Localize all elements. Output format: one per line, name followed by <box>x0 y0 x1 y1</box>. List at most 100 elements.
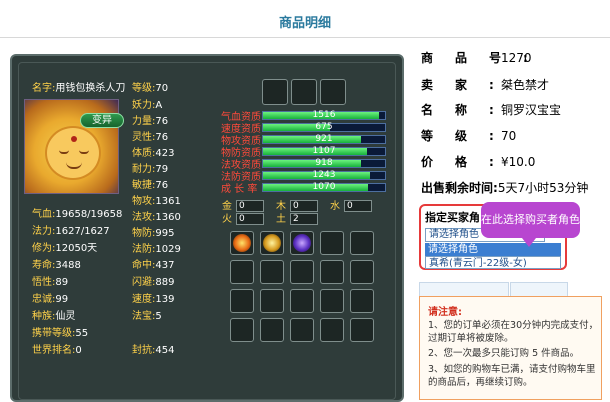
element-earth: 土2 <box>276 210 318 225</box>
element-fire: 火0 <box>222 210 264 225</box>
stat-label: 闪避: <box>132 277 156 288</box>
stat-speed: 速度:139 <box>132 293 174 307</box>
skill-slot[interactable] <box>350 260 374 284</box>
stat-value: 139 <box>155 294 175 305</box>
product-level-row: 等级: 70 <box>421 128 601 144</box>
pet-name-row: 名字:用钱包换杀人刀 <box>32 82 125 96</box>
stat-demon-power: 妖力:A <box>132 99 162 113</box>
aptitude-row: 速度资质 675 <box>221 122 391 135</box>
skill-slot[interactable] <box>350 231 374 255</box>
aptitude-bar: 918 <box>262 158 386 168</box>
notice-item: 3、如您的购物车已满，请支付购物车里的商品后，再继续订购。 <box>428 364 596 388</box>
aptitude-row: 法攻资质 918 <box>221 158 391 171</box>
swirl-skill-icon <box>263 234 281 252</box>
stat-value: 12050天 <box>55 243 98 254</box>
aptitude-bar: 1107 <box>262 146 386 156</box>
stat-label: 世界排名: <box>32 345 76 356</box>
buyer-tooltip: 在此选择购买者角色 <box>481 202 580 238</box>
stat-level: 等级:70 <box>132 82 168 96</box>
skill-slot[interactable] <box>290 289 314 313</box>
skill-slot[interactable] <box>320 231 344 255</box>
info-value: 铜罗汉宝宝 <box>501 103 562 117</box>
buyer-option[interactable]: 真希(青云门-22级-女) <box>425 256 561 269</box>
skill-slot[interactable] <box>320 260 344 284</box>
pet-name: 用钱包换杀人刀 <box>55 83 126 94</box>
stat-insight: 悟性:89 <box>32 276 68 290</box>
stat-value: 19658/19658 <box>55 209 123 220</box>
aptitude-bar: 1070 <box>262 182 386 192</box>
stat-phys-attack: 物攻:1361 <box>132 195 181 209</box>
fire-skill-icon <box>233 234 251 252</box>
tooltip-pointer <box>522 238 536 247</box>
stat-lifespan: 寿命:3488 <box>32 259 81 273</box>
stat-value: 70 <box>155 83 169 94</box>
notice-item: 1、您的订单必须在30分钟内完成支付，过期订单将被废除。 <box>428 320 599 344</box>
stat-value: 995 <box>155 228 175 239</box>
equipment-slot[interactable] <box>320 79 346 105</box>
pet-name-label: 名字: <box>32 83 56 94</box>
sale-time-row: 出售剩余时间:5天7小时53分钟 <box>421 179 588 196</box>
stat-world-rank: 世界排名:0 <box>32 344 82 358</box>
skill-slot[interactable] <box>320 289 344 313</box>
stat-label: 法宝: <box>132 311 156 322</box>
stat-label: 气血: <box>32 209 56 220</box>
skill-slot[interactable] <box>230 289 254 313</box>
stat-label: 灵性: <box>132 132 156 143</box>
left-eye <box>59 150 69 154</box>
skill-slot[interactable] <box>350 318 374 342</box>
aptitude-row: 物防资质 1107 <box>221 146 391 159</box>
stat-value: 5 <box>155 311 162 322</box>
element-value: 2 <box>290 213 318 225</box>
notice-title: 请注意: <box>428 307 462 318</box>
product-name-row: 名称: 铜罗汉宝宝 <box>421 102 601 118</box>
stat-magic-attack: 法攻:1360 <box>132 211 181 225</box>
skill-slot[interactable] <box>230 231 254 255</box>
stat-label: 法力: <box>32 226 56 237</box>
stat-loyalty: 忠诚:99 <box>32 293 68 307</box>
element-label: 火 <box>222 214 232 225</box>
stat-label: 等级: <box>132 83 156 94</box>
skill-slot[interactable] <box>260 318 284 342</box>
aptitude-value: 675 <box>315 122 333 132</box>
stat-treasure: 法宝:5 <box>132 310 162 324</box>
skill-slot[interactable] <box>290 260 314 284</box>
stat-hp: 气血:19658/19658 <box>32 208 122 222</box>
forehead-mark <box>71 136 77 142</box>
stat-value: 76 <box>155 116 169 127</box>
skill-slot[interactable] <box>260 289 284 313</box>
stat-accuracy: 命中:437 <box>132 259 174 273</box>
skill-slot[interactable] <box>260 260 284 284</box>
skill-slot[interactable] <box>260 231 284 255</box>
skill-slot[interactable] <box>230 260 254 284</box>
skill-slot[interactable] <box>320 318 344 342</box>
stat-value: 0 <box>75 345 82 356</box>
stat-value: 3488 <box>55 260 81 271</box>
stat-label: 妖力: <box>132 100 156 111</box>
stat-seal-resist: 封抗:454 <box>132 344 174 358</box>
skill-slot[interactable] <box>230 318 254 342</box>
page-header: 商品明细 <box>0 0 610 38</box>
equipment-slot[interactable] <box>262 79 288 105</box>
product-seller-row: 卖家: 桀色禁才 <box>421 77 601 93</box>
magic-skill-icon <box>293 234 311 252</box>
aptitude-value: 1070 <box>312 182 336 192</box>
info-value: 1270 <box>501 51 532 65</box>
stat-label: 命中: <box>132 260 156 271</box>
stat-label: 速度: <box>132 294 156 305</box>
stat-strength: 力量:76 <box>132 115 168 129</box>
stat-value: 1360 <box>155 212 181 223</box>
buyer-option[interactable]: 请选择角色 <box>425 243 561 256</box>
stat-value: 55 <box>75 328 89 339</box>
pet-face <box>45 126 101 180</box>
stat-spirit: 灵性:76 <box>132 131 168 145</box>
skill-slot[interactable] <box>290 318 314 342</box>
aptitude-bar: 1243 <box>262 170 386 180</box>
aptitude-value: 918 <box>315 158 333 168</box>
sale-time-label: 出售剩余时间: <box>421 181 498 195</box>
stat-magic-defense: 法防:1029 <box>132 243 181 257</box>
skill-slot[interactable] <box>350 289 374 313</box>
skill-slot[interactable] <box>290 231 314 255</box>
stat-carry-level: 携带等级:55 <box>32 327 88 341</box>
stat-label: 寿命: <box>32 260 56 271</box>
equipment-slot[interactable] <box>291 79 317 105</box>
